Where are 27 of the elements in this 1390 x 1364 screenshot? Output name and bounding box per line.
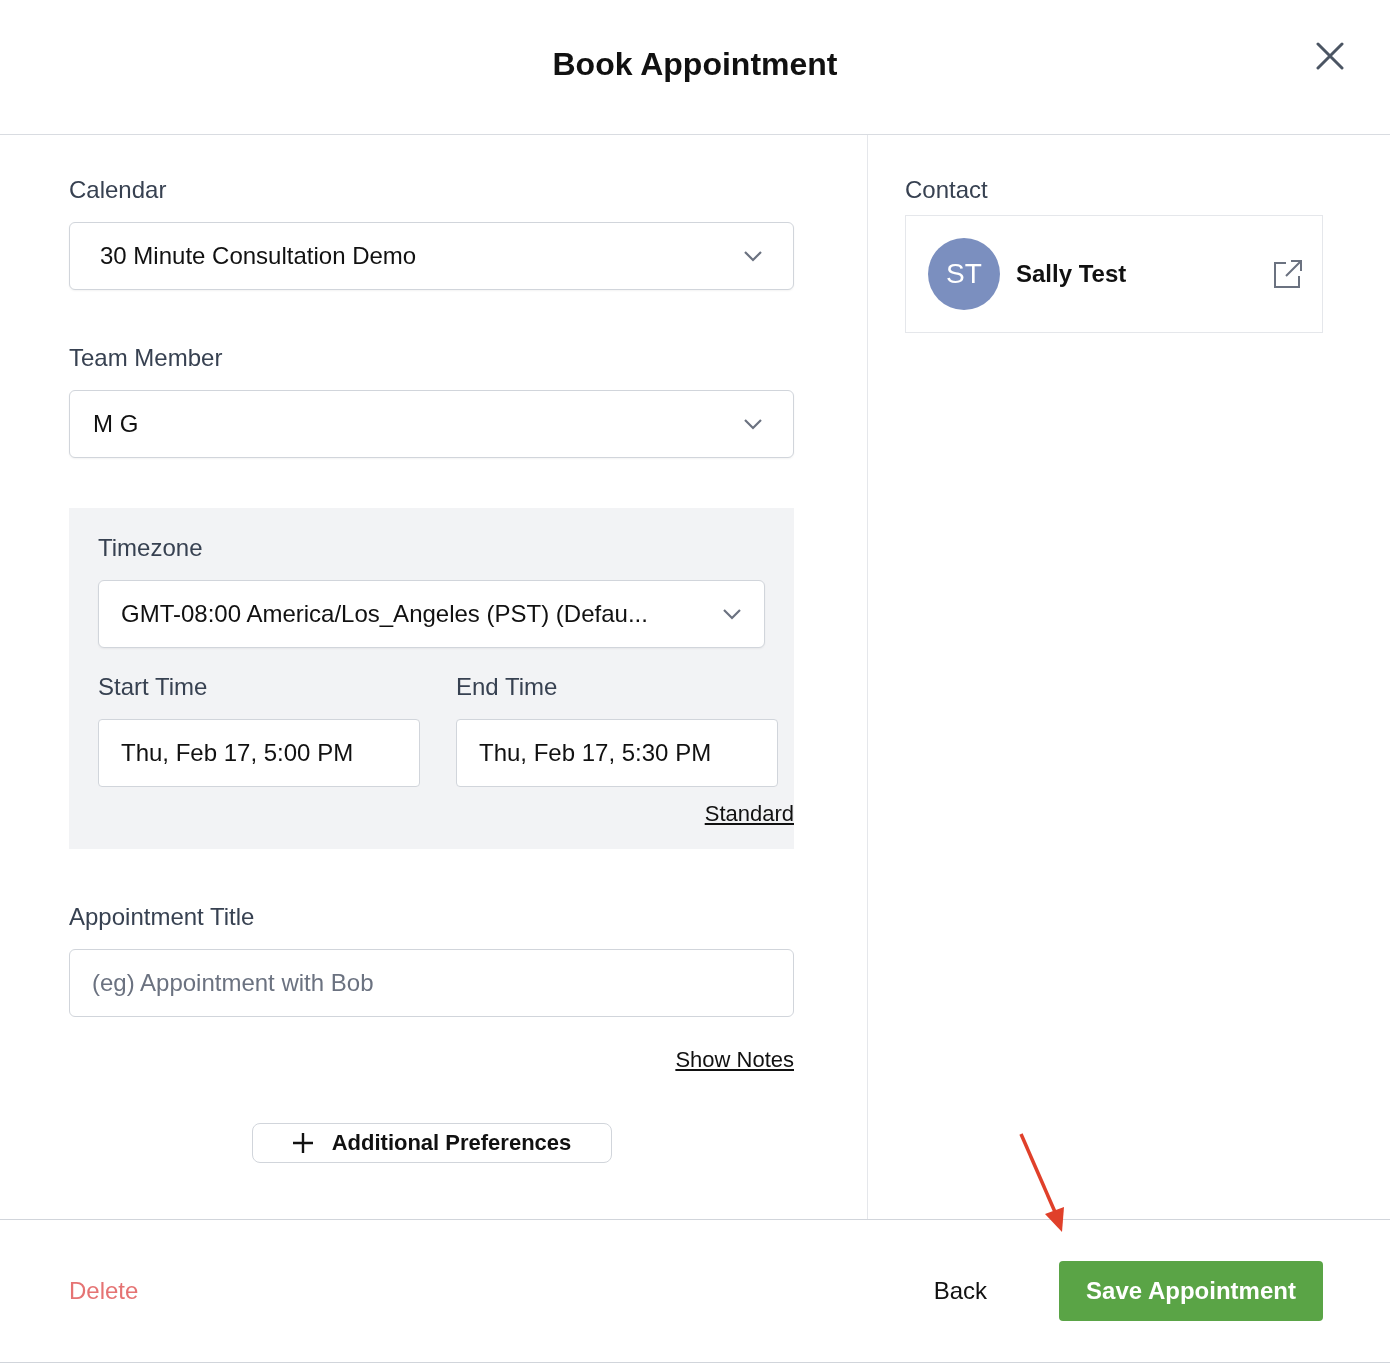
timezone-select[interactable]: GMT-08:00 America/Los_Angeles (PST) (Defau... — [98, 580, 765, 648]
appointment-title-field[interactable]: (eg) Appointment with Bob — [69, 949, 794, 1017]
calendar-select[interactable]: 30 Minute Consultation Demo — [69, 222, 794, 290]
avatar-initials: ST — [928, 238, 1000, 310]
field-label: Team Member — [69, 343, 224, 373]
external-link-icon[interactable] — [1272, 258, 1304, 290]
field-label: Start Time — [98, 672, 209, 702]
field-label: Contact — [905, 175, 989, 205]
field-label: Timezone — [98, 533, 204, 563]
show-notes-link[interactable]: Show Notes — [675, 1047, 794, 1073]
chevron-down-icon — [743, 418, 763, 430]
field-label: Appointment Title — [69, 902, 256, 932]
contact-name: Sally Test — [1016, 260, 1128, 288]
contact-card[interactable]: ST Sally Test — [905, 215, 1323, 333]
chevron-down-icon — [743, 250, 763, 262]
standard-link[interactable]: Standard — [704, 801, 794, 827]
start-time-field[interactable]: Thu, Feb 17, 5:00 PM — [98, 719, 420, 787]
close-icon[interactable] — [1316, 42, 1344, 70]
dialog-title: Book Appointment — [552, 45, 838, 83]
chevron-down-icon — [722, 608, 742, 620]
back-button[interactable]: Back — [933, 1277, 987, 1305]
team-member-select[interactable]: M G — [69, 390, 794, 458]
field-label: Calendar — [69, 175, 168, 205]
field-label: End Time — [456, 672, 559, 702]
additional-preferences-button[interactable]: Additional Preferences — [251, 1123, 612, 1163]
plus-icon — [291, 1132, 314, 1154]
end-time-field[interactable]: Thu, Feb 17, 5:30 PM — [456, 719, 778, 787]
